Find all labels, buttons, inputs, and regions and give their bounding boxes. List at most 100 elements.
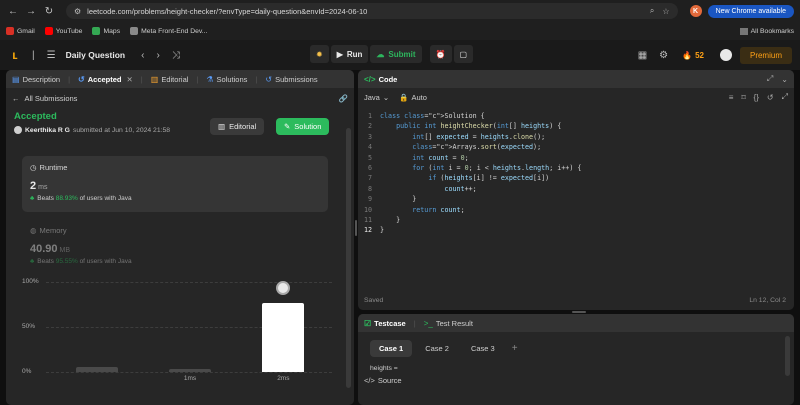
- back-arrow-icon[interactable]: ←: [12, 94, 20, 103]
- testcase-scrollbar[interactable]: [785, 336, 790, 376]
- memory-heading: ◍ Memory: [30, 226, 67, 235]
- left-panel-scrollbar[interactable]: [346, 128, 351, 388]
- bookmark-gmail[interactable]: Gmail: [6, 27, 35, 35]
- case-1-tab[interactable]: Case 1: [370, 340, 413, 357]
- code-line[interactable]: 7 if (heights[i] != expected[i]): [358, 174, 794, 184]
- memory-card[interactable]: ◍ Memory 40.90 MB ♣ Beats 95.55% of users w…: [30, 226, 132, 265]
- solution-button[interactable]: ✎ Solution: [276, 118, 330, 135]
- tab-solutions[interactable]: ⚗ Solutions: [206, 75, 247, 84]
- auto-mode[interactable]: 🔒 Auto: [399, 93, 427, 102]
- settings-icon[interactable]: ⚙: [659, 50, 668, 61]
- divider: |: [140, 74, 143, 84]
- reload-icon[interactable]: ↻: [42, 4, 56, 18]
- timer-button[interactable]: ⏰: [429, 45, 452, 63]
- url-bar[interactable]: ⚙ leetcode.com/problems/height-checker/?…: [66, 3, 678, 19]
- tab-accepted[interactable]: ↺ Accepted ✕: [78, 75, 133, 84]
- code-line[interactable]: 12}: [358, 226, 794, 236]
- tab-code[interactable]: </> Code: [364, 75, 397, 84]
- forward-icon[interactable]: →: [24, 4, 38, 18]
- bookmark-youtube[interactable]: YouTube: [44, 27, 82, 35]
- source-toggle[interactable]: </> Source: [364, 376, 794, 385]
- code-text: if (heights[i] != expected[i]): [428, 174, 550, 183]
- code-line[interactable]: 6 for (int i = 0; i < heights.length; i+…: [358, 164, 794, 174]
- saved-status: Saved: [364, 297, 384, 304]
- streak-counter[interactable]: 🔥 52: [682, 51, 704, 60]
- runtime-heading: ◷ Runtime: [30, 163, 68, 172]
- horizontal-splitter[interactable]: [572, 311, 586, 313]
- code-line[interactable]: 11 }: [358, 216, 794, 226]
- chrome-update-button[interactable]: New Chrome available: [707, 4, 794, 18]
- run-button[interactable]: ▶ Run: [330, 45, 369, 63]
- tab-submissions[interactable]: ↺ Submissions: [265, 75, 317, 84]
- chart-x-tick: 1ms: [183, 375, 197, 382]
- chart-bar[interactable]: [169, 369, 211, 372]
- format-icon[interactable]: ≡: [729, 93, 734, 102]
- braces-icon[interactable]: {}: [754, 93, 759, 102]
- collapse-icon[interactable]: ⌄: [781, 75, 788, 84]
- case-3-tab[interactable]: Case 3: [462, 340, 504, 357]
- runtime-card[interactable]: ◷ Runtime 2 ms ♣ Beats 88.93% of users with…: [22, 156, 328, 212]
- tab-description[interactable]: ▤ Description: [12, 75, 60, 84]
- tab-editorial[interactable]: ▥ Editorial: [151, 75, 189, 84]
- code-line[interactable]: 9 }: [358, 195, 794, 205]
- divider: |: [255, 74, 258, 84]
- layout-icon[interactable]: ▦: [638, 50, 647, 61]
- tab-testcase[interactable]: ☑ Testcase: [364, 319, 406, 328]
- bookmark-icon[interactable]: ⌑: [741, 93, 745, 102]
- leetcode-logo-icon[interactable]: ʟ: [8, 48, 22, 62]
- bookmark-meta[interactable]: Meta Front-End Dev...: [130, 27, 207, 35]
- maximize-icon[interactable]: ⤢: [767, 74, 773, 84]
- address-row: ← → ↻ ⚙ leetcode.com/problems/height-che…: [0, 0, 800, 22]
- code-line[interactable]: 4 class="c">Arrays.sort(expected);: [358, 143, 794, 153]
- bug-icon: ✹: [316, 49, 323, 59]
- prev-problem-icon[interactable]: ‹: [141, 50, 144, 61]
- author-name[interactable]: Keerthika R G: [25, 127, 70, 134]
- close-tab-icon[interactable]: ✕: [127, 75, 133, 84]
- divider: |: [196, 74, 199, 84]
- tab-test-result[interactable]: >_ Test Result: [424, 319, 473, 328]
- editorial-button[interactable]: ▥ Editorial: [210, 118, 265, 135]
- add-case-icon[interactable]: +: [512, 343, 518, 354]
- book-icon: ▥: [218, 122, 226, 131]
- code-line[interactable]: 8 count++;: [358, 185, 794, 195]
- chart-bar[interactable]: [262, 302, 305, 372]
- fullscreen-icon[interactable]: ⤢: [782, 92, 788, 102]
- submit-button[interactable]: ☁ Submit: [370, 45, 422, 63]
- code-line[interactable]: 2 public int heightChecker(int[] heights…: [358, 122, 794, 132]
- reset-icon[interactable]: ↺: [767, 93, 774, 102]
- code-line[interactable]: 3 int[] expected = heights.clone();: [358, 133, 794, 143]
- editor-tools: ≡ ⌑ {} ↺ ⤢: [721, 92, 788, 102]
- code-line[interactable]: 5 int count = 0;: [358, 154, 794, 164]
- code-line[interactable]: 1 class class="c">Solution {: [358, 112, 794, 122]
- star-icon[interactable]: ☆: [662, 7, 669, 16]
- shuffle-icon[interactable]: ⤨: [172, 50, 180, 61]
- bookmark-maps[interactable]: Maps: [92, 27, 120, 35]
- left-tabs: ▤ Description | ↺ Accepted ✕ | ▥ Editorial |…: [6, 70, 354, 88]
- all-submissions-link[interactable]: All Submissions: [25, 94, 78, 103]
- premium-button[interactable]: Premium: [739, 46, 792, 64]
- notes-button[interactable]: ▢: [453, 45, 474, 63]
- back-icon[interactable]: ←: [6, 4, 20, 18]
- debug-button[interactable]: ✹: [310, 45, 329, 63]
- chart-bar[interactable]: [75, 366, 118, 372]
- code-line[interactable]: 10 return count;: [358, 206, 794, 216]
- profile-avatar[interactable]: K: [689, 5, 702, 17]
- share-link-icon[interactable]: 🔗: [339, 94, 348, 103]
- user-avatar[interactable]: [719, 49, 732, 61]
- problem-list-icon[interactable]: ☰: [47, 50, 56, 61]
- url-text: leetcode.com/problems/height-checker/?en…: [87, 6, 368, 16]
- case-2-tab[interactable]: Case 2: [416, 340, 458, 357]
- vertical-splitter[interactable]: [355, 220, 357, 236]
- flask-icon: ⚗: [206, 74, 214, 84]
- next-problem-icon[interactable]: ›: [156, 50, 159, 61]
- daily-question-title[interactable]: Daily Question: [66, 50, 126, 60]
- all-bookmarks[interactable]: All Bookmarks: [739, 27, 794, 35]
- code-editor[interactable]: 1 class class="c">Solution {2 public int …: [358, 112, 794, 237]
- lock-icon: 🔒: [399, 92, 409, 102]
- zoom-icon[interactable]: ⌕: [650, 6, 654, 16]
- note-icon: ▢: [459, 49, 468, 59]
- code-text: class="c">Arrays.sort(expected);: [412, 143, 542, 152]
- line-number: 10: [363, 205, 372, 214]
- language-select[interactable]: Java ⌄: [364, 93, 389, 102]
- site-info-icon[interactable]: ⚙: [74, 7, 81, 16]
